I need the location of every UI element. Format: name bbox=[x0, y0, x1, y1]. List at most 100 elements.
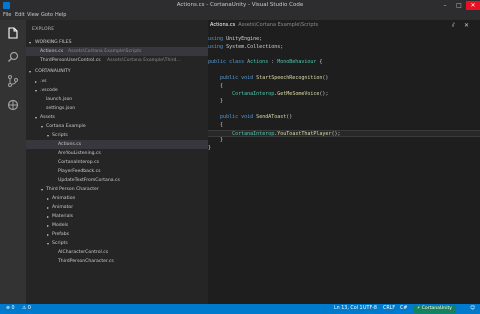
code-token: GetMeSomeVoice bbox=[277, 90, 320, 97]
code-line: public void StartSpeechRecognition() bbox=[208, 75, 480, 83]
tree-item[interactable]: ▸ Prefabs bbox=[26, 230, 208, 239]
tab-file-path: Assets\Cortana Example\Scripts bbox=[238, 22, 319, 28]
chevron-right-icon: ▸ bbox=[47, 223, 50, 228]
tree-item[interactable]: ▾ Scripts bbox=[26, 239, 208, 248]
tree-item[interactable]: ThirdPersonCharacter.cs bbox=[26, 257, 208, 266]
working-files-section[interactable]: ▾ WORKING FILES bbox=[26, 38, 208, 47]
tree-item[interactable]: ▾ .vscode bbox=[26, 86, 208, 95]
code-area[interactable]: using UnityEngine; using System.Collecti… bbox=[208, 36, 480, 153]
working-file-item[interactable]: Actions.cs Assets\Cortana Example\Script… bbox=[26, 47, 208, 56]
chevron-down-icon: ▾ bbox=[35, 115, 38, 120]
chevron-right-icon: ▸ bbox=[47, 205, 50, 210]
tree-item[interactable]: settings.json bbox=[26, 104, 208, 113]
chevron-down-icon: ▾ bbox=[41, 124, 44, 129]
tree-item[interactable]: AICharacterControl.cs bbox=[26, 248, 208, 257]
chevron-down-icon: ▾ bbox=[47, 241, 50, 246]
tree-item[interactable]: ▸ Materials bbox=[26, 212, 208, 221]
folder-label: Prefabs bbox=[52, 232, 70, 237]
code-line: } bbox=[208, 137, 480, 145]
tree-item[interactable]: ▸ .vs bbox=[26, 77, 208, 86]
tree-item-selected[interactable]: Actions.cs bbox=[26, 140, 208, 149]
debug-icon[interactable] bbox=[6, 98, 20, 112]
code-token: } bbox=[208, 145, 212, 152]
working-file-item[interactable]: ThirdPersonUserControl.cs Assets\Cortana… bbox=[26, 56, 208, 65]
file-label: CortanaInterop.cs bbox=[58, 160, 100, 165]
tree-item[interactable]: PlayerFeedback.cs bbox=[26, 167, 208, 176]
tree-item[interactable]: ▸ Animator bbox=[26, 203, 208, 212]
code-token: void bbox=[238, 113, 254, 120]
folder-label: Scripts bbox=[52, 133, 68, 138]
eol-indicator[interactable]: CRLF bbox=[383, 306, 395, 311]
code-token: Actions bbox=[244, 59, 269, 66]
window-title: Actions.cs - CortanaUnity - Visual Studi… bbox=[176, 2, 304, 8]
code-token: public bbox=[220, 113, 239, 120]
split-editor-icon[interactable]: ⫽ bbox=[452, 22, 455, 30]
file-label: PlayerFeedback.cs bbox=[58, 169, 101, 174]
code-line-current: CortanaInterop.YouToastThatPlayer(); bbox=[208, 129, 480, 138]
tree-item[interactable]: ▸ Models bbox=[26, 221, 208, 230]
minimize-button[interactable]: – bbox=[438, 1, 452, 10]
project-badge[interactable]: ⚡ CortanaUnity bbox=[413, 305, 457, 313]
code-token: { bbox=[220, 121, 224, 128]
tree-item[interactable]: UpdateTextFromCortana.cs bbox=[26, 176, 208, 185]
tree-item[interactable]: CortanaInterop.cs bbox=[26, 158, 208, 167]
errors-indicator[interactable]: ⊗ 0 bbox=[6, 306, 15, 311]
menu-goto[interactable]: Goto bbox=[41, 12, 53, 18]
chevron-right-icon: ▸ bbox=[35, 79, 38, 84]
close-editor-icon[interactable]: ✕ bbox=[464, 22, 469, 29]
code-token: using bbox=[208, 36, 224, 42]
code-line: { bbox=[208, 83, 480, 91]
code-line: public void SendAToast() bbox=[208, 114, 480, 122]
section-label: WORKING FILES bbox=[35, 40, 72, 45]
tree-item[interactable]: ▾ Scripts bbox=[26, 131, 208, 140]
tree-item[interactable]: ▾ Assets bbox=[26, 113, 208, 122]
tree-item[interactable]: ▾ Third Person Character bbox=[26, 185, 208, 194]
folder-label: .vscode bbox=[40, 88, 58, 93]
menu-bar: File Edit View Goto Help bbox=[0, 11, 480, 20]
tab-file-name: Actions.cs bbox=[210, 22, 236, 28]
feedback-smiley-icon[interactable]: ☺ bbox=[470, 306, 475, 311]
folder-label: Cortana Example bbox=[46, 124, 86, 129]
tree-item[interactable]: ▾ Cortana Example bbox=[26, 122, 208, 131]
warnings-indicator[interactable]: ⚠ 0 bbox=[22, 306, 31, 311]
chevron-down-icon: ▾ bbox=[29, 69, 32, 74]
code-token: { bbox=[316, 59, 323, 66]
folder-label: Scripts bbox=[52, 241, 68, 246]
search-icon[interactable] bbox=[6, 50, 20, 64]
menu-file[interactable]: File bbox=[3, 12, 11, 18]
tree-item[interactable]: ▸ Animation bbox=[26, 194, 208, 203]
code-token: using bbox=[208, 43, 224, 50]
menu-view[interactable]: View bbox=[27, 12, 39, 18]
folder-label: Assets bbox=[40, 115, 55, 120]
tree-item[interactable]: AreYouListening.cs bbox=[26, 149, 208, 158]
maximize-button[interactable]: □ bbox=[452, 1, 466, 10]
git-icon[interactable] bbox=[6, 74, 20, 88]
language-indicator[interactable]: C# bbox=[400, 306, 407, 311]
status-bar: ⊗ 0 ⚠ 0 Ln 13, Col 1 UTF-8 CRLF C# ⚡ Cor… bbox=[0, 304, 480, 314]
code-token: YouToastThatPlayer bbox=[277, 130, 332, 137]
encoding-indicator[interactable]: UTF-8 bbox=[363, 306, 377, 311]
file-label: AICharacterControl.cs bbox=[58, 250, 109, 255]
cursor-position[interactable]: Ln 13, Col 1 bbox=[334, 306, 363, 311]
menu-edit[interactable]: Edit bbox=[15, 12, 25, 18]
folder-label: Third Person Character bbox=[46, 187, 99, 192]
file-path: Assets\Cortana Example\Scripts bbox=[68, 49, 142, 54]
files-icon[interactable] bbox=[6, 26, 20, 40]
chevron-down-icon: ▾ bbox=[29, 40, 32, 45]
tree-item[interactable]: launch.json bbox=[26, 95, 208, 104]
close-button[interactable]: ✕ bbox=[466, 1, 480, 10]
chevron-down-icon: ▾ bbox=[35, 88, 38, 93]
project-section[interactable]: ▾ CORTANAUNITY bbox=[26, 67, 208, 76]
file-label: settings.json bbox=[46, 106, 76, 111]
code-token: MonoBehaviour bbox=[277, 59, 317, 66]
chevron-right-icon: ▸ bbox=[47, 232, 50, 237]
code-token: () bbox=[322, 74, 329, 81]
menu-help[interactable]: Help bbox=[55, 12, 66, 18]
folder-label: .vs bbox=[40, 79, 47, 84]
editor-pane: Actions.cs Assets\Cortana Example\Scripts… bbox=[208, 20, 480, 304]
code-token: } bbox=[220, 98, 224, 105]
editor-tab[interactable]: Actions.cs Assets\Cortana Example\Scripts bbox=[210, 22, 318, 28]
file-path: Assets\Cortana Example\Third... bbox=[107, 58, 181, 63]
